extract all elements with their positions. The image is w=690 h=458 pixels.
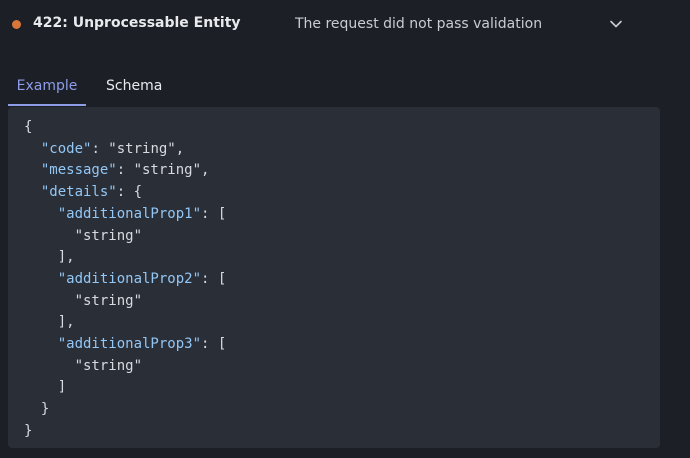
json-key: "message" [40,162,117,179]
code-line: { [24,119,32,135]
json-string: "string" [74,227,143,244]
json-string: "string" [74,292,143,309]
json-punctuation: : [ [201,205,227,222]
tab-example[interactable]: Example [8,70,86,106]
status-title: 422: Unprocessable Entity [33,15,241,31]
response-422-row[interactable]: 422: Unprocessable Entity The request di… [0,0,690,50]
code-line: "details": { [24,184,142,200]
json-punctuation: : { [116,184,143,201]
json-punctuation [24,162,41,178]
json-punctuation: ], [24,249,75,266]
tab-bar: Example Schema [8,70,668,106]
json-punctuation [24,184,41,200]
code-line: ], [24,249,75,265]
code-line: } [24,401,49,417]
json-punctuation [24,206,58,222]
json-code-block: { "code": "string", "message": "string",… [8,107,660,443]
json-punctuation [24,141,41,157]
json-punctuation [24,358,75,374]
json-punctuation: { [24,119,33,135]
json-punctuation [24,293,75,309]
response-section: 422: Unprocessable Entity The request di… [0,0,690,458]
json-punctuation: , [201,162,210,179]
json-punctuation [24,336,58,352]
chevron-down-icon[interactable] [608,16,624,32]
code-example-panel: { "code": "string", "message": "string",… [8,107,660,448]
json-punctuation: : [116,162,134,179]
json-punctuation: } [24,401,50,418]
json-punctuation: , [175,140,185,157]
json-punctuation: ] [24,379,67,396]
code-line: ], [24,314,75,330]
code-line: ] [24,379,66,395]
code-line: "additionalProp3": [ [24,336,227,353]
json-punctuation [24,271,58,287]
json-string: "string" [74,357,143,374]
json-string: "string" [108,140,176,157]
status-dot [12,20,21,29]
json-punctuation [24,228,75,244]
code-line: "message": "string", [24,162,210,179]
json-punctuation: : [91,140,109,157]
json-key: "code" [40,140,92,157]
code-line: } [24,423,32,439]
code-line: "string" [24,293,142,309]
json-punctuation: : [ [201,336,227,353]
code-line: "code": "string", [24,141,184,157]
json-punctuation: : [ [201,270,227,287]
status-description: The request did not pass validation [295,16,543,32]
json-key: "additionalProp3" [57,336,202,353]
code-line: "additionalProp2": [ [24,270,227,287]
json-punctuation: ], [24,314,75,331]
json-key: "details" [40,184,117,201]
code-line: "additionalProp1": [ [24,205,227,222]
json-key: "additionalProp2" [57,270,202,287]
code-line: "string" [24,358,142,374]
code-line: "string" [24,228,142,244]
json-key: "additionalProp1" [57,205,202,222]
json-string: "string" [133,162,202,179]
tab-schema[interactable]: Schema [106,70,162,104]
json-punctuation: } [24,422,33,439]
